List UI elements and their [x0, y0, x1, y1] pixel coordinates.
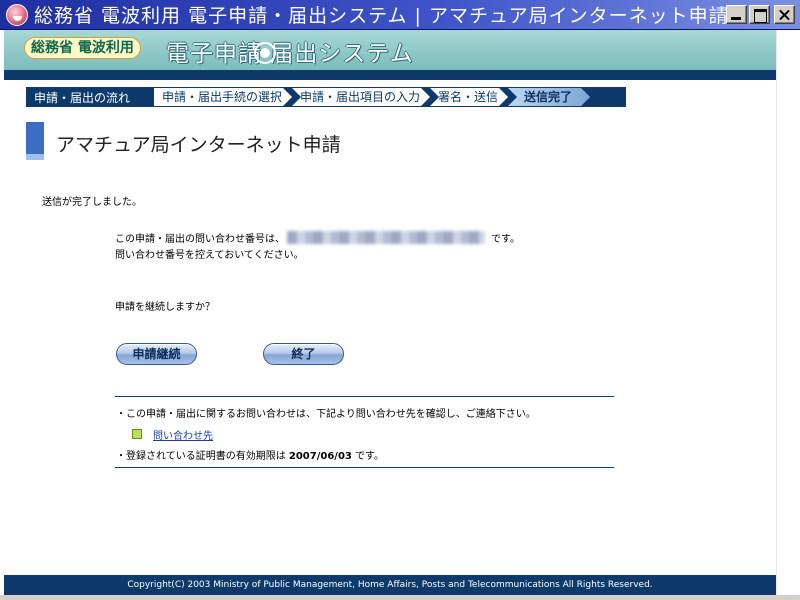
page-title: アマチュア局インターネット申請	[56, 134, 341, 156]
system-title: 電子申請 届出システム	[166, 41, 414, 67]
step-complete: 送信完了	[508, 88, 590, 106]
app-icon	[6, 3, 28, 26]
inquiry-number-redacted	[287, 231, 485, 244]
inquiry-number-line: この申請・届出の問い合わせ番号は、 です。	[115, 230, 520, 245]
steps-flow-label: 申請・届出の流れ	[34, 90, 131, 105]
divider-top	[115, 396, 614, 397]
continue-question: 申請を継続しますか？	[115, 302, 215, 313]
complete-message: 送信が完了しました。	[42, 197, 142, 208]
continue-application-button[interactable]: 申請継続	[116, 343, 197, 365]
maximize-icon[interactable]	[749, 5, 770, 24]
step-sign-send: 署名・送信	[430, 88, 508, 106]
window-controls	[726, 5, 795, 24]
close-icon[interactable]	[774, 5, 795, 24]
inquiry-suffix: です。	[491, 234, 520, 245]
contact-note: ・この申請・届出に関するお問い合わせは、下記より問い合わせ先を確認し、ご連絡下さ…	[116, 409, 536, 420]
ministry-logo: 総務省 電波利用	[24, 37, 141, 59]
step-input-items: 申請・届出項目の入力	[292, 88, 430, 106]
heading-accent-bar	[26, 122, 44, 160]
step-list: 申請・届出手続の選択 申請・届出項目の入力 署名・送信 送信完了	[154, 88, 590, 106]
inquiry-prefix: この申請・届出の問い合わせ番号は、	[115, 234, 285, 245]
wave-icon	[254, 42, 276, 64]
steps-nav: 申請・届出の流れ 申請・届出手続の選択 申請・届出項目の入力 署名・送信 送信完…	[26, 87, 626, 107]
cert-suffix: です。	[355, 451, 385, 462]
step-select-procedure: 申請・届出手続の選択	[154, 88, 292, 106]
header-divider	[4, 70, 776, 80]
green-square-icon	[132, 429, 142, 439]
cert-expiry-date: 2007/06/03	[288, 451, 352, 462]
end-button[interactable]: 終了	[263, 343, 344, 365]
footer-copyright: Copyright(C) 2003 Ministry of Public Man…	[4, 575, 776, 595]
window-title-bar[interactable]: 総務省 電波利用 電子申請・届出システム | アマチュア局インターネット申請	[0, 0, 800, 30]
contact-link[interactable]: 問い合わせ先	[153, 427, 213, 442]
site-header: 総務省 電波利用 電子申請 届出システム	[4, 30, 776, 70]
cert-prefix: ・登録されている証明書の有効期限は	[116, 451, 286, 462]
window-frame-right	[776, 30, 800, 600]
divider-bottom	[115, 467, 614, 468]
certificate-expiry-note: ・登録されている証明書の有効期限は 2007/06/03 です。	[116, 447, 384, 462]
window-title: 総務省 電波利用 電子申請・届出システム | アマチュア局インターネット申請	[34, 5, 729, 27]
minimize-icon[interactable]	[726, 5, 747, 24]
window-frame-bottom	[0, 595, 800, 600]
keep-number-message: 問い合わせ番号を控えておいてください。	[115, 250, 304, 261]
